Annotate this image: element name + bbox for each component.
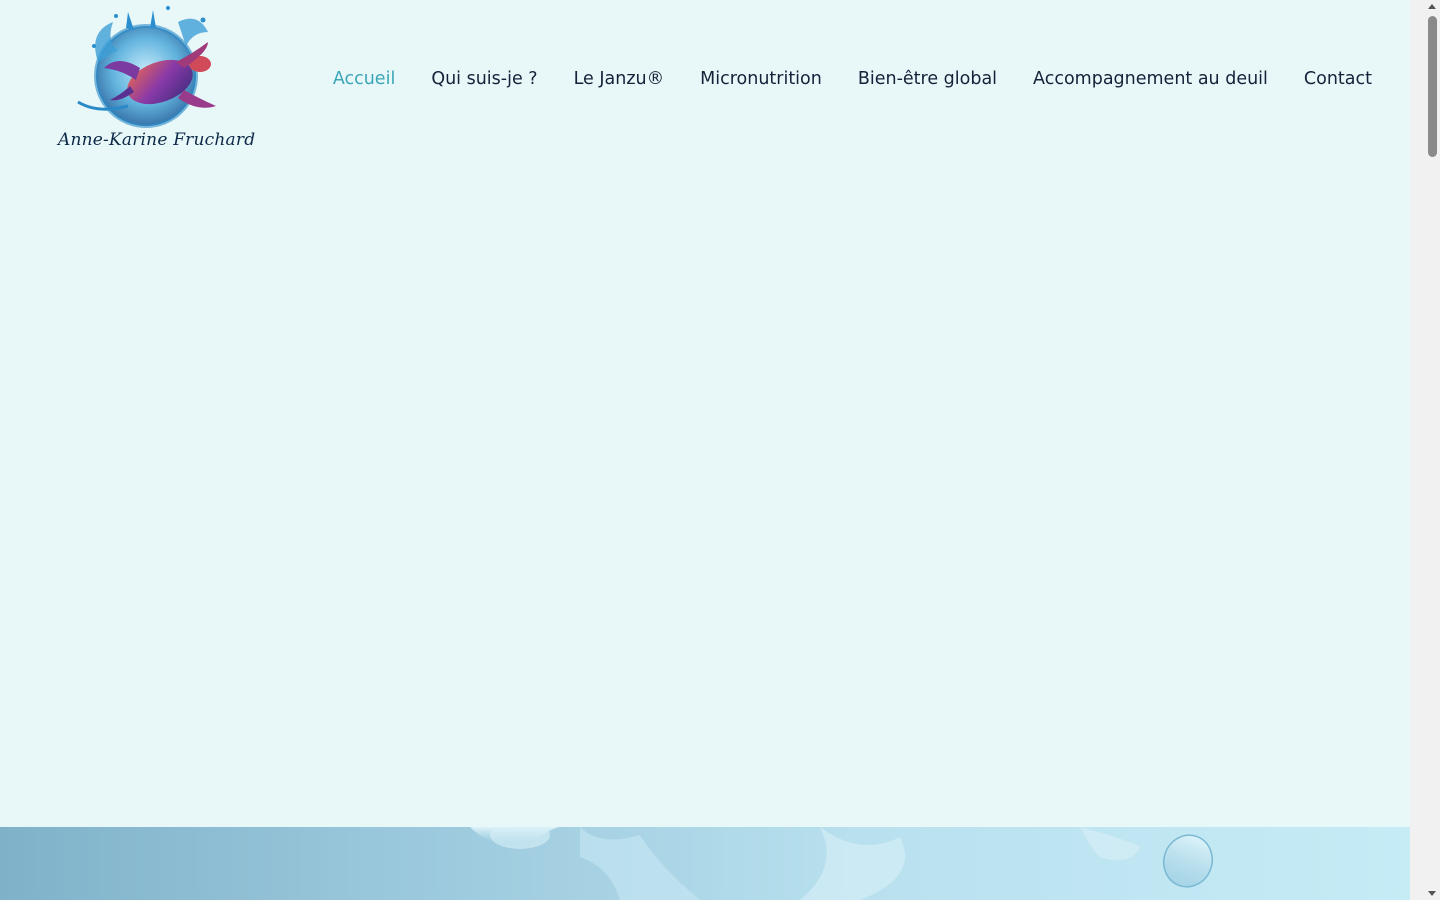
water-splash-image	[470, 827, 1213, 900]
vertical-scrollbar[interactable]	[1410, 0, 1425, 900]
scroll-down-arrow-icon[interactable]	[1428, 891, 1436, 896]
scroll-up-arrow-icon[interactable]	[1428, 4, 1436, 9]
nav-item-contact[interactable]: Contact	[1304, 66, 1372, 92]
scrollbar-thumb[interactable]	[1428, 16, 1437, 157]
site-logo[interactable]: Anne-Karine Fruchard	[58, 2, 256, 158]
nav-item-le-janzu[interactable]: Le Janzu®	[574, 66, 665, 92]
scrollbar-track[interactable]	[1425, 0, 1440, 900]
nav-item-micronutrition[interactable]: Micronutrition	[700, 66, 822, 92]
main-nav: Accueil Qui suis-je ? Le Janzu® Micronut…	[333, 66, 1372, 92]
page: Anne-Karine Fruchard Accueil Qui suis-je…	[0, 0, 1425, 900]
water-splash-banner	[0, 827, 1425, 900]
logo-text: Anne-Karine Fruchard	[58, 130, 256, 150]
nav-item-accueil[interactable]: Accueil	[333, 66, 396, 92]
nav-item-bien-etre-global[interactable]: Bien-être global	[858, 66, 997, 92]
nav-item-accompagnement-au-deuil[interactable]: Accompagnement au deuil	[1033, 66, 1268, 92]
turtle-water-splash-icon	[77, 6, 216, 128]
nav-item-qui-suis-je[interactable]: Qui suis-je ?	[431, 66, 537, 92]
site-header: Anne-Karine Fruchard Accueil Qui suis-je…	[0, 0, 1425, 160]
